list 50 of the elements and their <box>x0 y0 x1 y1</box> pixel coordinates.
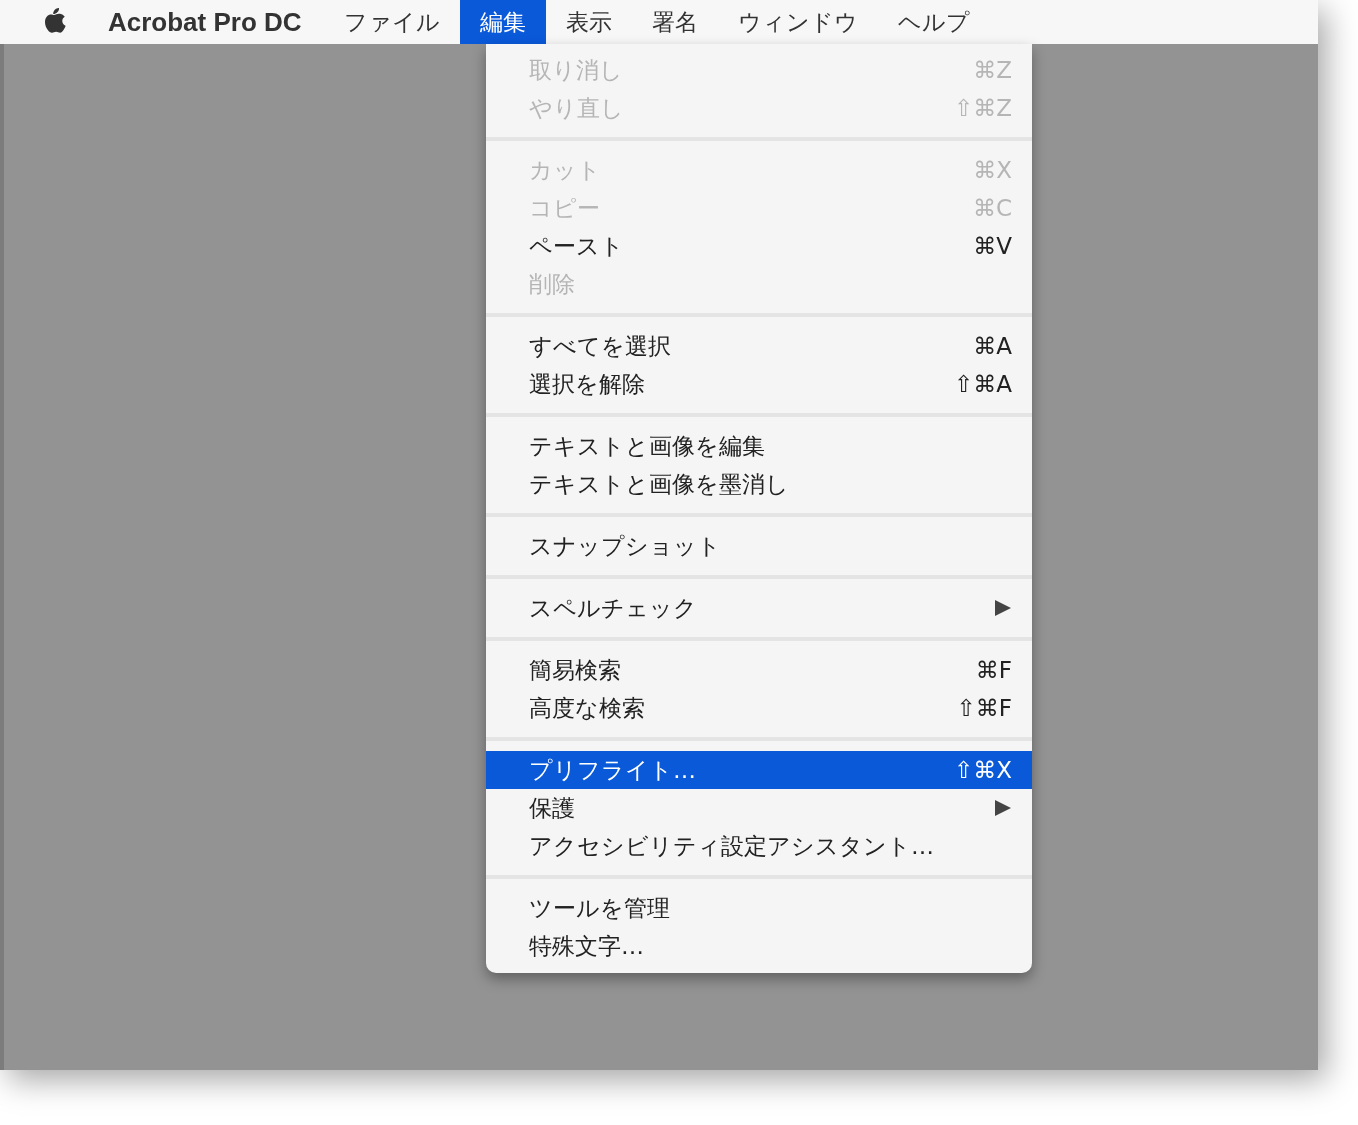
shortcut-label: ⇧⌘Z <box>953 93 1012 123</box>
menu-item[interactable]: スペルチェック <box>486 589 1032 627</box>
menu-bar-item[interactable]: 署名 <box>631 0 718 44</box>
shortcut-label: ⇧⌘X <box>953 755 1012 785</box>
menu-item-label: やり直し <box>529 93 624 123</box>
menu-item[interactable]: テキストと画像を編集 <box>486 427 1032 465</box>
menu-bar-item[interactable]: ヘルプ <box>877 0 990 44</box>
shortcut-label: ⌘F <box>975 655 1012 685</box>
menu-item-label: ツールを管理 <box>529 893 670 923</box>
menu-item-label: プリフライト… <box>529 755 696 785</box>
menu-item-label: スペルチェック <box>529 593 697 623</box>
menu-bar-item[interactable]: ファイル <box>323 0 460 44</box>
menu-item[interactable]: すべてを選択 ⌘A <box>486 327 1032 365</box>
menu-item-label: アクセシビリティ設定アシスタント… <box>529 831 934 861</box>
menu-item[interactable]: ツールを管理 <box>486 889 1032 927</box>
menu-item-label: 簡易検索 <box>529 655 621 685</box>
menu-item[interactable]: スナップショット <box>486 527 1032 565</box>
shortcut-label: ⌘A <box>973 331 1012 361</box>
shortcut-label: ⌘C <box>972 193 1012 223</box>
menu-item-label: ペースト <box>529 231 624 261</box>
menu-item-label: テキストと画像を編集 <box>529 431 765 461</box>
menu-item[interactable]: 保護 <box>486 789 1032 827</box>
menu-item[interactable]: 選択を解除 ⇧⌘A <box>486 365 1032 403</box>
menu-item-label: 保護 <box>529 793 575 823</box>
menu-bar-item[interactable]: 編集 <box>459 0 546 44</box>
shortcut-label: ⌘Z <box>973 55 1012 85</box>
shortcut-label: ⌘X <box>973 155 1012 185</box>
menu-item-label: コピー <box>529 193 600 223</box>
menu-item-label: 特殊文字… <box>529 931 644 961</box>
menu-item[interactable]: 高度な検索 ⇧⌘F <box>486 689 1032 727</box>
menu-item-label: テキストと画像を墨消し <box>529 469 789 499</box>
menu-item-label: カット <box>529 155 601 185</box>
shortcut-label: ⇧⌘F <box>956 693 1012 723</box>
menu-item[interactable]: プリフライト… ⇧⌘X <box>486 751 1032 789</box>
menu-item-label: スナップショット <box>529 531 721 561</box>
menu-item[interactable]: 簡易検索 ⌘F <box>486 651 1032 689</box>
menu-item[interactable]: アクセシビリティ設定アシスタント… <box>486 827 1032 865</box>
menu-item-label: 高度な検索 <box>529 693 645 723</box>
shortcut-label: ⇧⌘A <box>954 369 1012 399</box>
menu-item-label: 取り消し <box>529 55 623 85</box>
shortcut-label: ⌘V <box>973 231 1012 261</box>
menu-item[interactable]: ペースト ⌘V <box>486 227 1032 265</box>
menu-bar-item[interactable]: ウィンドウ <box>717 0 878 44</box>
app-name[interactable]: Acrobat Pro DC <box>108 0 324 44</box>
menu-bar-item[interactable]: 表示 <box>545 0 632 44</box>
menu-item[interactable]: 特殊文字… <box>486 927 1032 965</box>
menu-item-label: 選択を解除 <box>529 369 645 399</box>
menu-item-label: 削除 <box>529 269 575 299</box>
menu-item[interactable]: テキストと画像を墨消し <box>486 465 1032 503</box>
menu-item-label: すべてを選択 <box>529 331 671 361</box>
